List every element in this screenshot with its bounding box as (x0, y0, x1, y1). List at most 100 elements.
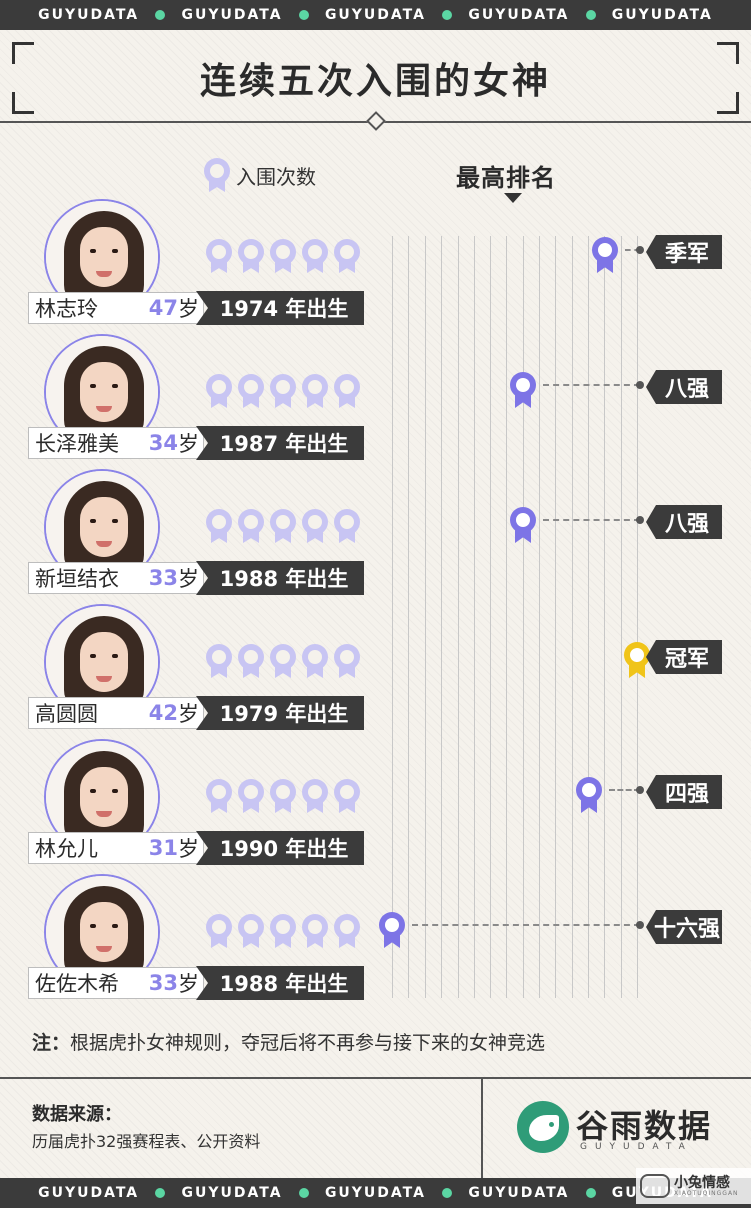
gridline (637, 236, 638, 998)
legend-label: 入围次数 (236, 164, 316, 189)
page-title: 连续五次入围的女神 (199, 61, 551, 102)
watermark-subtitle: XIAOTUQINGGAN (674, 1189, 739, 1197)
caret-down-icon (504, 193, 522, 203)
rank-connector (543, 384, 640, 386)
banner-dot-icon (155, 1188, 166, 1198)
gridline (572, 236, 573, 998)
medal-icon (270, 644, 296, 678)
name-label: 林允儿 31 岁 (28, 832, 204, 864)
name-label: 高圆圆 42 岁 (28, 697, 204, 729)
appearance-medals (206, 914, 360, 948)
medal-icon (334, 509, 360, 543)
banner-text: GUYUDATA (468, 1185, 570, 1201)
rank-badge: 八强 (646, 370, 722, 404)
gridline (441, 236, 442, 998)
medal-icon (270, 374, 296, 408)
age-unit: 岁 (178, 432, 199, 456)
person-age: 33 (148, 971, 178, 995)
rabbit-logo-icon (640, 1174, 670, 1198)
person-name: 林允儿 (35, 837, 98, 861)
medal-icon (302, 644, 328, 678)
top-banner: GUYUDATA GUYUDATA GUYUDATA GUYUDATA GUYU… (0, 0, 751, 30)
medal-icon (238, 914, 264, 948)
gridline (539, 236, 540, 998)
banner-dot-icon (155, 10, 166, 20)
rank-badge: 十六强 (646, 910, 722, 944)
medal-icon (238, 509, 264, 543)
medal-icon (270, 914, 296, 948)
name-label: 林志玲 47 岁 (28, 292, 204, 324)
medal-icon (302, 914, 328, 948)
medal-icon (206, 644, 232, 678)
rank-badge: 四强 (646, 775, 722, 809)
person-age: 34 (148, 431, 178, 455)
connector-dot (636, 246, 644, 254)
person-name: 长泽雅美 (35, 432, 119, 456)
rank-badge: 冠军 (646, 640, 722, 674)
gridline (621, 236, 622, 998)
medal-icon (334, 779, 360, 813)
gridline (392, 236, 393, 998)
gridline (588, 236, 589, 998)
connector-dot (636, 381, 644, 389)
banner-text: GUYUDATA (181, 1185, 283, 1201)
footnote: 注：根据虎扑女神规则，夺冠后将不再参与接下来的女神竞选 (32, 1028, 545, 1055)
medal-icon (238, 779, 264, 813)
person-age: 42 (148, 701, 178, 725)
rank-marker-icon (592, 237, 618, 273)
best-rank-label: 最高排名 (456, 164, 556, 192)
banner-text: GUYUDATA (468, 7, 570, 23)
gridline (474, 236, 475, 998)
source-text: 历届虎扑32强赛程表、公开资料 (32, 1132, 261, 1151)
age-unit: 岁 (178, 837, 199, 861)
person-name: 新垣结衣 (35, 567, 119, 591)
rank-marker-icon (379, 912, 405, 948)
appearance-medals (206, 644, 360, 678)
rank-badge: 季军 (646, 235, 722, 269)
person-name: 林志玲 (35, 297, 98, 321)
rank-connector (412, 924, 640, 926)
birth-year-badge: 1988 年出生 (196, 966, 364, 1000)
appearance-medals (206, 779, 360, 813)
banner-text: GUYUDATA (181, 7, 283, 23)
age-unit: 岁 (178, 567, 199, 591)
rank-marker-icon (510, 372, 536, 408)
banner-dot-icon (585, 10, 596, 20)
person-name: 高圆圆 (35, 702, 98, 726)
banner-text: GUYUDATA (324, 7, 426, 23)
gridline (523, 236, 524, 998)
name-label: 长泽雅美 34 岁 (28, 427, 204, 459)
source-title: 数据来源： (32, 1104, 122, 1125)
birth-year-badge: 1990 年出生 (196, 831, 364, 865)
medal-icon (270, 509, 296, 543)
person-age: 47 (148, 296, 178, 320)
gridline (555, 236, 556, 998)
birth-year-badge: 1974 年出生 (196, 291, 364, 325)
banner-text: GUYUDATA (324, 1185, 426, 1201)
person-age: 33 (148, 566, 178, 590)
gold-medal-icon (624, 642, 650, 678)
brand-subtitle: GUYUDATA (580, 1142, 693, 1152)
medal-icon (206, 914, 232, 948)
appearance-medals (206, 509, 360, 543)
medal-icon (302, 779, 328, 813)
age-unit: 岁 (178, 702, 199, 726)
gridline (458, 236, 459, 998)
rank-connector (543, 519, 640, 521)
appearance-medals (206, 239, 360, 273)
banner-dot-icon (298, 10, 309, 20)
banner-dot-icon (442, 10, 453, 20)
medal-icon (334, 374, 360, 408)
medal-icon (270, 239, 296, 273)
medal-icon (302, 239, 328, 273)
connector-dot (636, 786, 644, 794)
age-unit: 岁 (178, 297, 199, 321)
medal-icon (238, 374, 264, 408)
footnote-prefix: 注： (32, 1032, 71, 1054)
medal-icon (334, 644, 360, 678)
person-age: 31 (148, 836, 178, 860)
medal-icon (334, 914, 360, 948)
rank-marker-icon (576, 777, 602, 813)
banner-text: GUYUDATA (38, 1185, 140, 1201)
rank-badge: 八强 (646, 505, 722, 539)
